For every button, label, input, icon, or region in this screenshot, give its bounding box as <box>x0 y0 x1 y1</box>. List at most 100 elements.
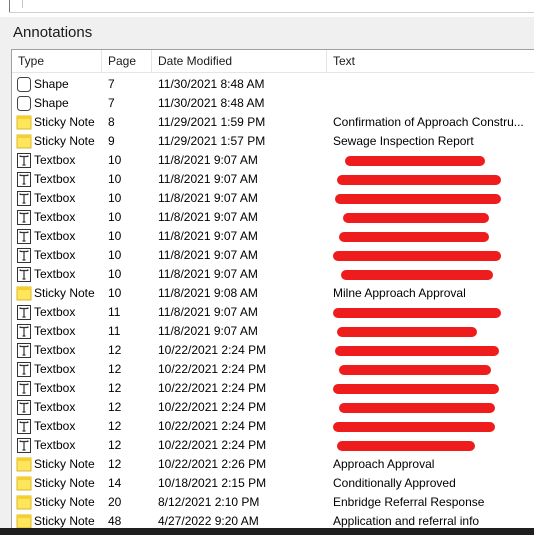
type-label: Textbox <box>34 229 76 243</box>
type-cell: Textbox <box>14 265 102 284</box>
redaction-mark <box>333 384 499 394</box>
redaction-mark <box>337 441 475 451</box>
table-row[interactable]: Shape 7 11/30/2021 8:48 AM <box>12 94 534 113</box>
table-row[interactable]: Textbox 10 11/8/2021 9:07 AM <box>12 151 534 170</box>
page-cell: 14 <box>108 476 122 490</box>
table-row[interactable]: Sticky Note 8 11/29/2021 1:59 PM Confirmati… <box>12 113 534 132</box>
textbox-icon <box>16 323 32 340</box>
page-cell: 7 <box>108 96 115 110</box>
textbox-icon <box>16 304 32 321</box>
redaction-mark <box>333 422 495 432</box>
table-row[interactable]: Sticky Note 20 8/12/2021 2:10 PM Enbridge R… <box>12 493 534 512</box>
text-cell <box>333 75 534 94</box>
table-row[interactable]: Textbox 12 10/22/2021 2:24 PM <box>12 398 534 417</box>
textbox-icon <box>16 228 32 245</box>
type-label: Shape <box>34 77 69 91</box>
type-label: Sticky Note <box>34 115 95 129</box>
column-header-type[interactable]: Type <box>12 50 102 73</box>
column-header-row: Type Page Date Modified Text <box>12 50 534 73</box>
divider <box>9 12 534 13</box>
page-cell: 20 <box>108 495 122 509</box>
textbox-icon <box>16 209 32 226</box>
column-header-date-modified[interactable]: Date Modified <box>152 50 327 73</box>
table-row[interactable]: Sticky Note 9 11/29/2021 1:57 PM Sewage Ins… <box>12 132 534 151</box>
table-row[interactable]: Textbox 11 11/8/2021 9:07 AM <box>12 303 534 322</box>
type-cell: Shape <box>14 75 102 94</box>
text-cell <box>333 189 534 208</box>
table-row[interactable]: Shape 7 11/30/2021 8:48 AM <box>12 75 534 94</box>
type-cell: Textbox <box>14 341 102 360</box>
text-cell: Approach Approval <box>333 455 534 474</box>
redaction-mark <box>337 327 477 337</box>
redaction-mark <box>339 232 489 242</box>
redaction-mark <box>333 308 501 318</box>
shape-icon <box>16 95 32 112</box>
date-cell: 10/22/2021 2:24 PM <box>158 419 267 433</box>
table-row[interactable]: Textbox 10 11/8/2021 9:07 AM <box>12 227 534 246</box>
date-cell: 10/18/2021 2:15 PM <box>158 476 267 490</box>
table-row[interactable]: Textbox 12 10/22/2021 2:24 PM <box>12 436 534 455</box>
page-cell: 11 <box>108 324 121 338</box>
text-value: Approach Approval <box>333 457 435 471</box>
annotations-list[interactable]: Type Page Date Modified Text Shape 7 11/30… <box>11 49 534 535</box>
text-value: Enbridge Referral Response <box>333 495 485 509</box>
date-cell: 10/22/2021 2:24 PM <box>158 381 267 395</box>
type-label: Sticky Note <box>34 476 95 490</box>
table-row[interactable]: Textbox 10 11/8/2021 9:07 AM <box>12 208 534 227</box>
table-row[interactable]: Sticky Note 12 10/22/2021 2:26 PM Approach … <box>12 455 534 474</box>
text-value: Confirmation of Approach Constru... <box>333 115 524 129</box>
date-cell: 11/30/2021 8:48 AM <box>158 96 265 110</box>
page-cell: 10 <box>108 248 122 262</box>
column-header-text[interactable]: Text <box>327 50 534 73</box>
page-cell: 10 <box>108 286 122 300</box>
table-row[interactable]: Sticky Note 14 10/18/2021 2:15 PM Condition… <box>12 474 534 493</box>
sticky-note-icon <box>16 494 32 511</box>
page-cell: 12 <box>108 419 122 433</box>
page-cell: 10 <box>108 267 122 281</box>
type-cell: Textbox <box>14 189 102 208</box>
shape-icon <box>16 76 32 93</box>
redaction-mark <box>339 365 491 375</box>
date-cell: 10/22/2021 2:24 PM <box>158 362 267 376</box>
table-row[interactable]: Textbox 10 11/8/2021 9:07 AM <box>12 246 534 265</box>
table-row[interactable]: Textbox 12 10/22/2021 2:24 PM <box>12 341 534 360</box>
text-cell <box>333 436 534 455</box>
text-cell <box>333 170 534 189</box>
table-row[interactable]: Textbox 10 11/8/2021 9:07 AM <box>12 189 534 208</box>
page-cell: 12 <box>108 438 122 452</box>
page-cell: 7 <box>108 77 115 91</box>
divider <box>22 0 23 8</box>
textbox-icon <box>16 266 32 283</box>
text-cell: Enbridge Referral Response <box>333 493 534 512</box>
table-row[interactable]: Textbox 10 11/8/2021 9:07 AM <box>12 170 534 189</box>
page-cell: 10 <box>108 210 122 224</box>
date-cell: 10/22/2021 2:24 PM <box>158 438 267 452</box>
page-cell: 12 <box>108 381 122 395</box>
table-row[interactable]: Textbox 12 10/22/2021 2:24 PM <box>12 379 534 398</box>
table-row[interactable]: Textbox 11 11/8/2021 9:07 AM <box>12 322 534 341</box>
type-label: Sticky Note <box>34 495 95 509</box>
type-label: Textbox <box>34 343 76 357</box>
page-cell: 11 <box>108 305 121 319</box>
type-label: Sticky Note <box>34 286 95 300</box>
textbox-icon <box>16 247 32 264</box>
sticky-note-icon <box>16 475 32 492</box>
date-cell: 11/8/2021 9:07 AM <box>158 305 258 319</box>
divider <box>9 0 10 12</box>
type-label: Textbox <box>34 381 76 395</box>
table-row[interactable]: Textbox 12 10/22/2021 2:24 PM <box>12 417 534 436</box>
text-cell: Milne Approach Approval <box>333 284 534 303</box>
type-cell: Sticky Note <box>14 284 102 303</box>
table-row[interactable]: Sticky Note 10 11/8/2021 9:08 AM Milne Appr… <box>12 284 534 303</box>
type-cell: Sticky Note <box>14 132 102 151</box>
date-cell: 11/8/2021 9:07 AM <box>158 210 258 224</box>
text-cell <box>333 227 534 246</box>
type-label: Textbox <box>34 210 76 224</box>
taskbar-edge <box>0 528 534 535</box>
page-cell: 10 <box>108 172 122 186</box>
table-row[interactable]: Textbox 12 10/22/2021 2:24 PM <box>12 360 534 379</box>
sticky-note-icon <box>16 285 32 302</box>
table-row[interactable]: Textbox 10 11/8/2021 9:07 AM <box>12 265 534 284</box>
column-header-page[interactable]: Page <box>102 50 152 73</box>
type-label: Textbox <box>34 362 76 376</box>
